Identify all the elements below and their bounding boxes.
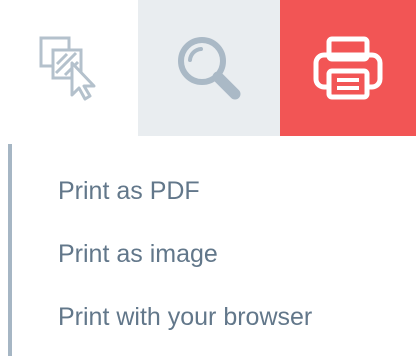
print-with-browser-item[interactable]: Print with your browser xyxy=(58,297,312,337)
search-button[interactable] xyxy=(138,0,280,136)
printer-icon xyxy=(311,33,385,103)
select-area-button[interactable] xyxy=(0,0,138,136)
magnifier-icon xyxy=(171,30,247,106)
print-as-image-item[interactable]: Print as image xyxy=(58,234,218,274)
select-area-icon xyxy=(34,33,104,103)
print-button[interactable] xyxy=(280,0,416,136)
toolbar xyxy=(0,0,416,136)
print-as-pdf-item[interactable]: Print as PDF xyxy=(58,171,200,211)
print-menu: Print as PDF Print as image Print with y… xyxy=(0,136,416,356)
menu-left-rule xyxy=(8,144,12,356)
